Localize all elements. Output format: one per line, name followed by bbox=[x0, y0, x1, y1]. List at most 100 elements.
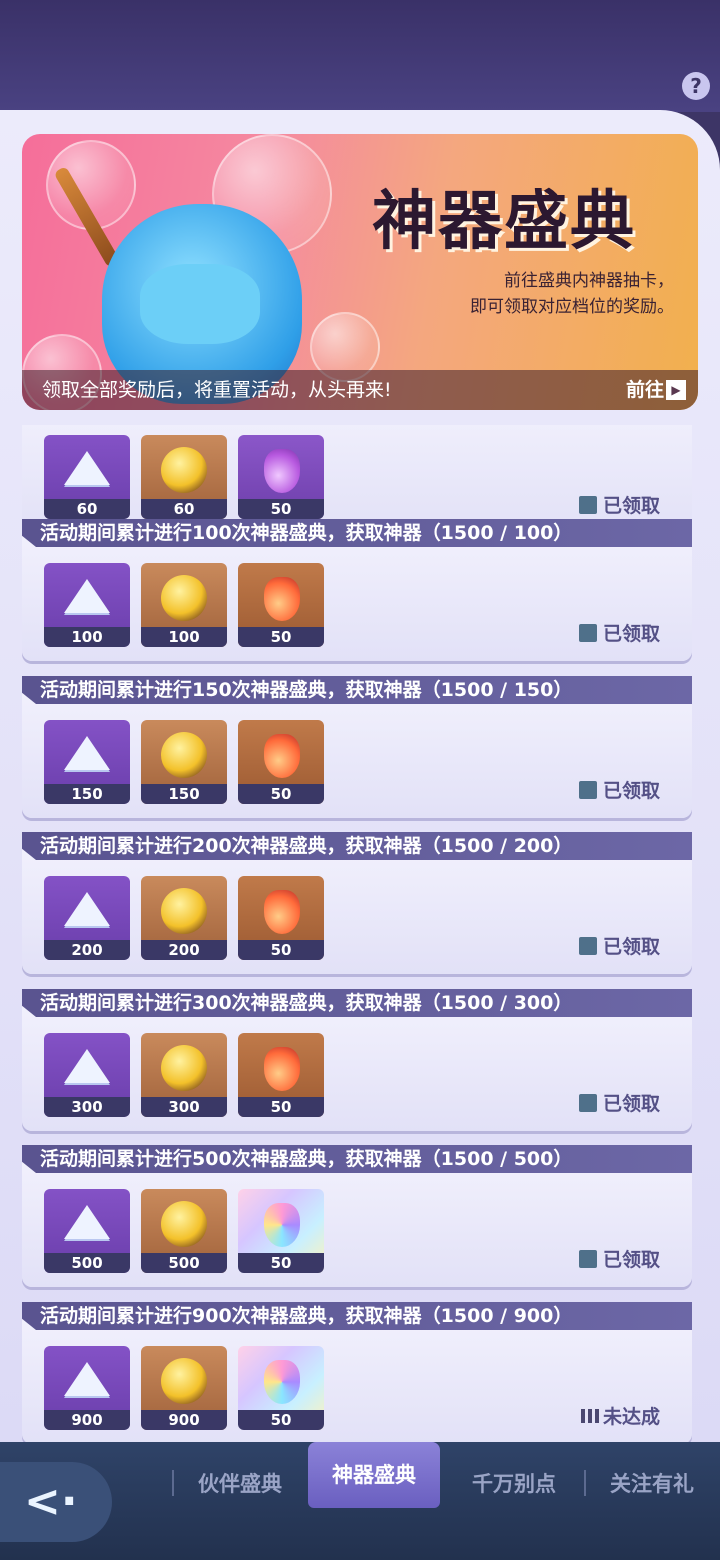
gold-coin-item[interactable]: 60 bbox=[141, 435, 227, 519]
play-icon[interactable]: ▶ bbox=[666, 380, 686, 400]
claimed-icon bbox=[578, 937, 597, 955]
diamond-icon bbox=[64, 1362, 110, 1396]
diamond-item[interactable]: 150 bbox=[44, 720, 130, 804]
gold-icon bbox=[161, 447, 207, 493]
potion-icon bbox=[264, 1047, 300, 1091]
banner-desc-line: 前往盛典内神器抽卡， bbox=[504, 271, 674, 291]
tab-dont-click[interactable]: 千万别点 bbox=[454, 1460, 574, 1508]
reward-title: 活动期间累计进行300次神器盛典，获取神器（1500 / 300） bbox=[22, 989, 692, 1017]
gold-icon bbox=[161, 732, 207, 778]
potion-icon bbox=[264, 890, 300, 934]
gold-icon bbox=[161, 575, 207, 621]
back-button[interactable]: <· bbox=[0, 1462, 112, 1542]
item-count: 50 bbox=[238, 1097, 324, 1117]
reward-title: 活动期间累计进行200次神器盛典，获取神器（1500 / 200） bbox=[22, 832, 692, 860]
item-count: 50 bbox=[238, 784, 324, 804]
banner-desc-line: 即可领取对应档位的奖励。 bbox=[470, 297, 674, 317]
potion-item[interactable]: 50 bbox=[238, 1189, 324, 1273]
reset-notice: 领取全部奖励后，将重置活动，从头再来! bbox=[42, 379, 392, 401]
reward-title: 活动期间累计进行500次神器盛典，获取神器（1500 / 500） bbox=[22, 1145, 692, 1173]
potion-icon bbox=[264, 577, 300, 621]
back-arrow-icon: <· bbox=[24, 1476, 78, 1527]
item-count: 150 bbox=[141, 784, 227, 804]
item-count: 100 bbox=[44, 627, 130, 647]
status-label: 已领取 bbox=[602, 495, 660, 517]
main-panel: 神器盛典 前往盛典内神器抽卡， 即可领取对应档位的奖励。 领取全部奖励后，将重置… bbox=[0, 110, 720, 1450]
gold-coin-item[interactable]: 150 bbox=[141, 720, 227, 804]
gold-coin-item[interactable]: 500 bbox=[141, 1189, 227, 1273]
reward-status: 已领取 bbox=[578, 495, 660, 517]
reward-title: 活动期间累计进行900次神器盛典，获取神器（1500 / 900） bbox=[22, 1302, 692, 1330]
status-label: 未达成 bbox=[602, 1406, 660, 1428]
reward-list[interactable]: 60 60 50 已领取 活动期间累计进行100次神器盛典，获取神器（1500 /… bbox=[0, 425, 720, 1450]
reward-status: 已领取 bbox=[578, 1249, 660, 1271]
reward-status: 已领取 bbox=[578, 936, 660, 958]
gold-icon bbox=[161, 1358, 207, 1404]
character-face bbox=[140, 264, 260, 344]
diamond-icon bbox=[64, 1205, 110, 1239]
potion-item[interactable]: 50 bbox=[238, 720, 324, 804]
claimed-icon bbox=[578, 1094, 597, 1112]
banner-title: 神器盛典 bbox=[372, 184, 636, 259]
item-count: 200 bbox=[44, 940, 130, 960]
potion-item[interactable]: 50 bbox=[238, 563, 324, 647]
diamond-item[interactable]: 300 bbox=[44, 1033, 130, 1117]
item-count: 50 bbox=[238, 627, 324, 647]
tab-divider bbox=[172, 1470, 174, 1496]
item-count: 50 bbox=[238, 940, 324, 960]
status-label: 已领取 bbox=[602, 936, 660, 958]
potion-item[interactable]: 50 bbox=[238, 1033, 324, 1117]
reward-card: 活动期间累计进行200次神器盛典，获取神器（1500 / 200） 200 20… bbox=[22, 832, 692, 974]
item-count: 900 bbox=[44, 1410, 130, 1430]
potion-item[interactable]: 50 bbox=[238, 876, 324, 960]
item-count: 300 bbox=[141, 1097, 227, 1117]
diamond-icon bbox=[64, 892, 110, 926]
item-count: 50 bbox=[238, 499, 324, 519]
potion-item[interactable]: 50 bbox=[238, 1346, 324, 1430]
claimed-icon bbox=[578, 1250, 597, 1268]
reward-card: 活动期间累计进行500次神器盛典，获取神器（1500 / 500） 500 50… bbox=[22, 1145, 692, 1287]
event-banner: 神器盛典 前往盛典内神器抽卡， 即可领取对应档位的奖励。 领取全部奖励后，将重置… bbox=[22, 134, 698, 410]
claimed-icon bbox=[578, 624, 597, 642]
status-label: 已领取 bbox=[602, 1093, 660, 1115]
diamond-item[interactable]: 100 bbox=[44, 563, 130, 647]
reward-status: 未达成 bbox=[580, 1406, 660, 1428]
gold-coin-item[interactable]: 100 bbox=[141, 563, 227, 647]
reward-card: 活动期间累计进行900次神器盛典，获取神器（1500 / 900） 900 90… bbox=[22, 1302, 692, 1444]
gold-coin-item[interactable]: 200 bbox=[141, 876, 227, 960]
status-label: 已领取 bbox=[602, 623, 660, 645]
reward-status: 已领取 bbox=[578, 623, 660, 645]
progress-icon bbox=[580, 1409, 599, 1423]
gold-icon bbox=[161, 1201, 207, 1247]
diamond-icon bbox=[64, 1049, 110, 1083]
diamond-item[interactable]: 200 bbox=[44, 876, 130, 960]
gold-coin-item[interactable]: 300 bbox=[141, 1033, 227, 1117]
claimed-icon bbox=[578, 781, 597, 799]
status-label: 已领取 bbox=[602, 1249, 660, 1271]
potion-icon bbox=[264, 1360, 300, 1404]
item-count: 500 bbox=[44, 1253, 130, 1273]
reward-card: 活动期间累计进行100次神器盛典，获取神器（1500 / 100） 100 10… bbox=[22, 519, 692, 661]
potion-icon bbox=[264, 1203, 300, 1247]
tab-partner-festival[interactable]: 伙伴盛典 bbox=[180, 1460, 300, 1508]
potion-item[interactable]: 50 bbox=[238, 435, 324, 519]
diamond-item[interactable]: 500 bbox=[44, 1189, 130, 1273]
bottom-nav: <· 伙伴盛典 神器盛典 千万别点 关注有礼 bbox=[0, 1442, 720, 1560]
tab-artifact-festival[interactable]: 神器盛典 bbox=[308, 1442, 440, 1508]
item-count: 300 bbox=[44, 1097, 130, 1117]
reward-title: 活动期间累计进行100次神器盛典，获取神器（1500 / 100） bbox=[22, 519, 692, 547]
tab-follow-gift[interactable]: 关注有礼 bbox=[592, 1460, 712, 1508]
diamond-item[interactable]: 900 bbox=[44, 1346, 130, 1430]
gold-coin-item[interactable]: 900 bbox=[141, 1346, 227, 1430]
help-icon[interactable]: ? bbox=[682, 72, 710, 100]
item-count: 50 bbox=[238, 1410, 324, 1430]
tab-divider bbox=[584, 1470, 586, 1496]
reward-card: 60 60 50 已领取 bbox=[22, 425, 692, 533]
item-count: 150 bbox=[44, 784, 130, 804]
diamond-item[interactable]: 60 bbox=[44, 435, 130, 519]
potion-icon bbox=[264, 449, 300, 493]
reward-status: 已领取 bbox=[578, 1093, 660, 1115]
diamond-icon bbox=[64, 579, 110, 613]
go-button[interactable]: 前往 bbox=[626, 370, 664, 410]
banner-bottom-bar: 领取全部奖励后，将重置活动，从头再来! 前往 ▶ bbox=[22, 370, 698, 410]
